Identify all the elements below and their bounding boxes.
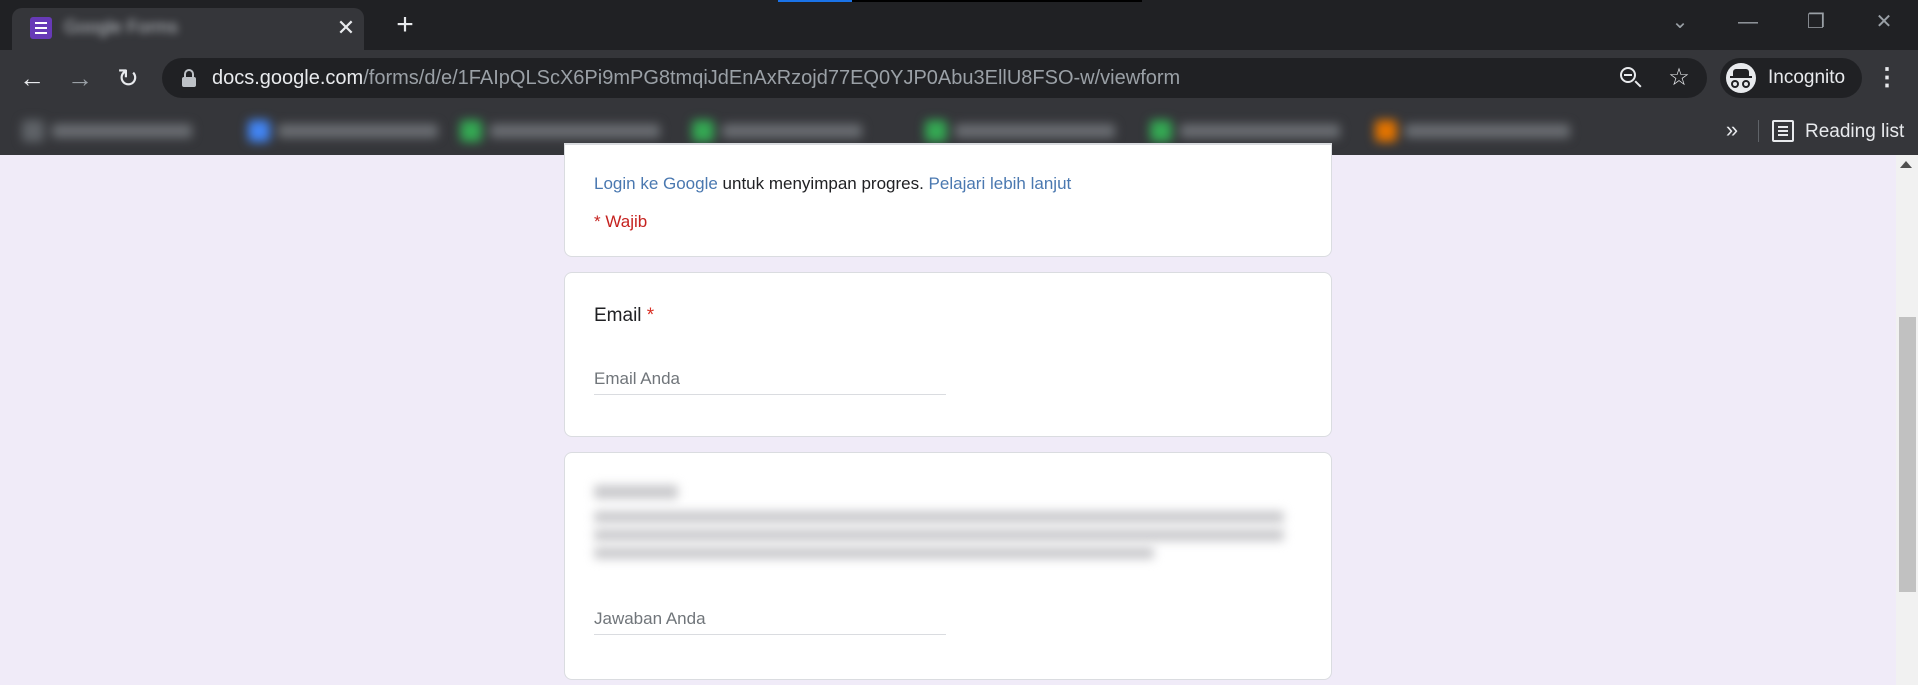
more-menu-icon[interactable]: ⋮ [1872,60,1902,96]
blurred-question-description [594,529,1284,541]
answer-field[interactable] [594,603,946,635]
learn-more-link[interactable]: Pelajari lebih lanjut [929,174,1072,193]
reload-icon[interactable]: ↻ [110,60,146,96]
bookmark-item[interactable] [460,120,670,142]
close-tab-icon[interactable]: ✕ [332,14,360,42]
sign-in-notice: Login ke Google untuk menyimpan progres.… [594,174,1071,194]
url-path: /forms/d/e/1FAIpQLScX6Pi9mPG8tmqiJdEnAxR… [363,67,1181,89]
sign-in-notice-text: untuk menyimpan progres. [717,174,929,193]
bookmark-item[interactable] [248,120,448,142]
blurred-question-description [594,511,1284,523]
question-title: Email * [594,305,654,327]
form-header-card: Login ke Google untuk menyimpan progres.… [564,143,1332,257]
reading-list-label[interactable]: Reading list [1805,121,1904,143]
active-tab[interactable]: Google Forms ✕ [12,8,364,50]
scroll-thumb[interactable] [1899,317,1916,592]
address-bar[interactable]: docs.google.com/forms/d/e/1FAIpQLScX6Pi9… [162,58,1707,98]
page-scrollbar[interactable] [1896,155,1918,685]
divider [565,144,1331,145]
incognito-profile-button[interactable]: Incognito [1720,58,1862,98]
login-link[interactable]: Login ke Google [594,174,718,193]
bookmark-item[interactable] [22,120,202,142]
bookmarks-overflow-icon[interactable]: » [1720,116,1744,144]
url-host: docs.google.com [212,67,364,89]
blurred-question-description [594,547,1154,559]
question-title-text: Email [594,305,642,326]
window-close-icon[interactable]: ✕ [1864,6,1904,38]
restore-icon[interactable]: ❐ [1796,6,1836,38]
bookmark-item[interactable] [1150,120,1350,142]
lock-icon[interactable] [182,69,196,87]
email-field[interactable] [594,363,946,395]
bookmark-item[interactable] [692,120,872,142]
google-forms-icon [30,17,52,39]
new-tab-button[interactable]: + [390,8,420,42]
forward-arrow-icon[interactable]: → [62,60,98,96]
blurred-question-title [594,485,678,499]
tab-search-icon[interactable]: ⌄ [1660,6,1700,38]
bookmarks-divider [1758,120,1759,142]
reading-list-icon[interactable] [1772,120,1794,142]
url-text[interactable]: docs.google.com/forms/d/e/1FAIpQLScX6Pi9… [212,66,1180,90]
form-viewport: Login ke Google untuk menyimpan progres.… [0,143,1918,685]
required-note: * Wajib [594,212,648,231]
tab-strip: Google Forms ✕ + ⌄ — ❐ ✕ [0,0,1918,50]
browser-chrome: Google Forms ✕ + ⌄ — ❐ ✕ ← → ↻ docs.goog… [0,0,1918,155]
zoom-out-icon[interactable] [1618,65,1644,91]
incognito-icon [1726,63,1756,93]
back-arrow-icon[interactable]: ← [14,60,50,96]
bookmark-item[interactable] [925,120,1125,142]
bookmark-star-icon[interactable]: ☆ [1664,61,1694,95]
question-card-email: Email * [564,272,1332,437]
tab-title: Google Forms [64,17,179,37]
scroll-up-arrow-icon[interactable] [1900,161,1912,168]
required-marker: * [646,305,655,326]
bookmark-item[interactable] [1375,120,1580,142]
question-card-text [564,452,1332,680]
minimize-icon[interactable]: — [1728,6,1768,38]
page-load-progress [778,0,1142,2]
incognito-label: Incognito [1768,67,1846,88]
